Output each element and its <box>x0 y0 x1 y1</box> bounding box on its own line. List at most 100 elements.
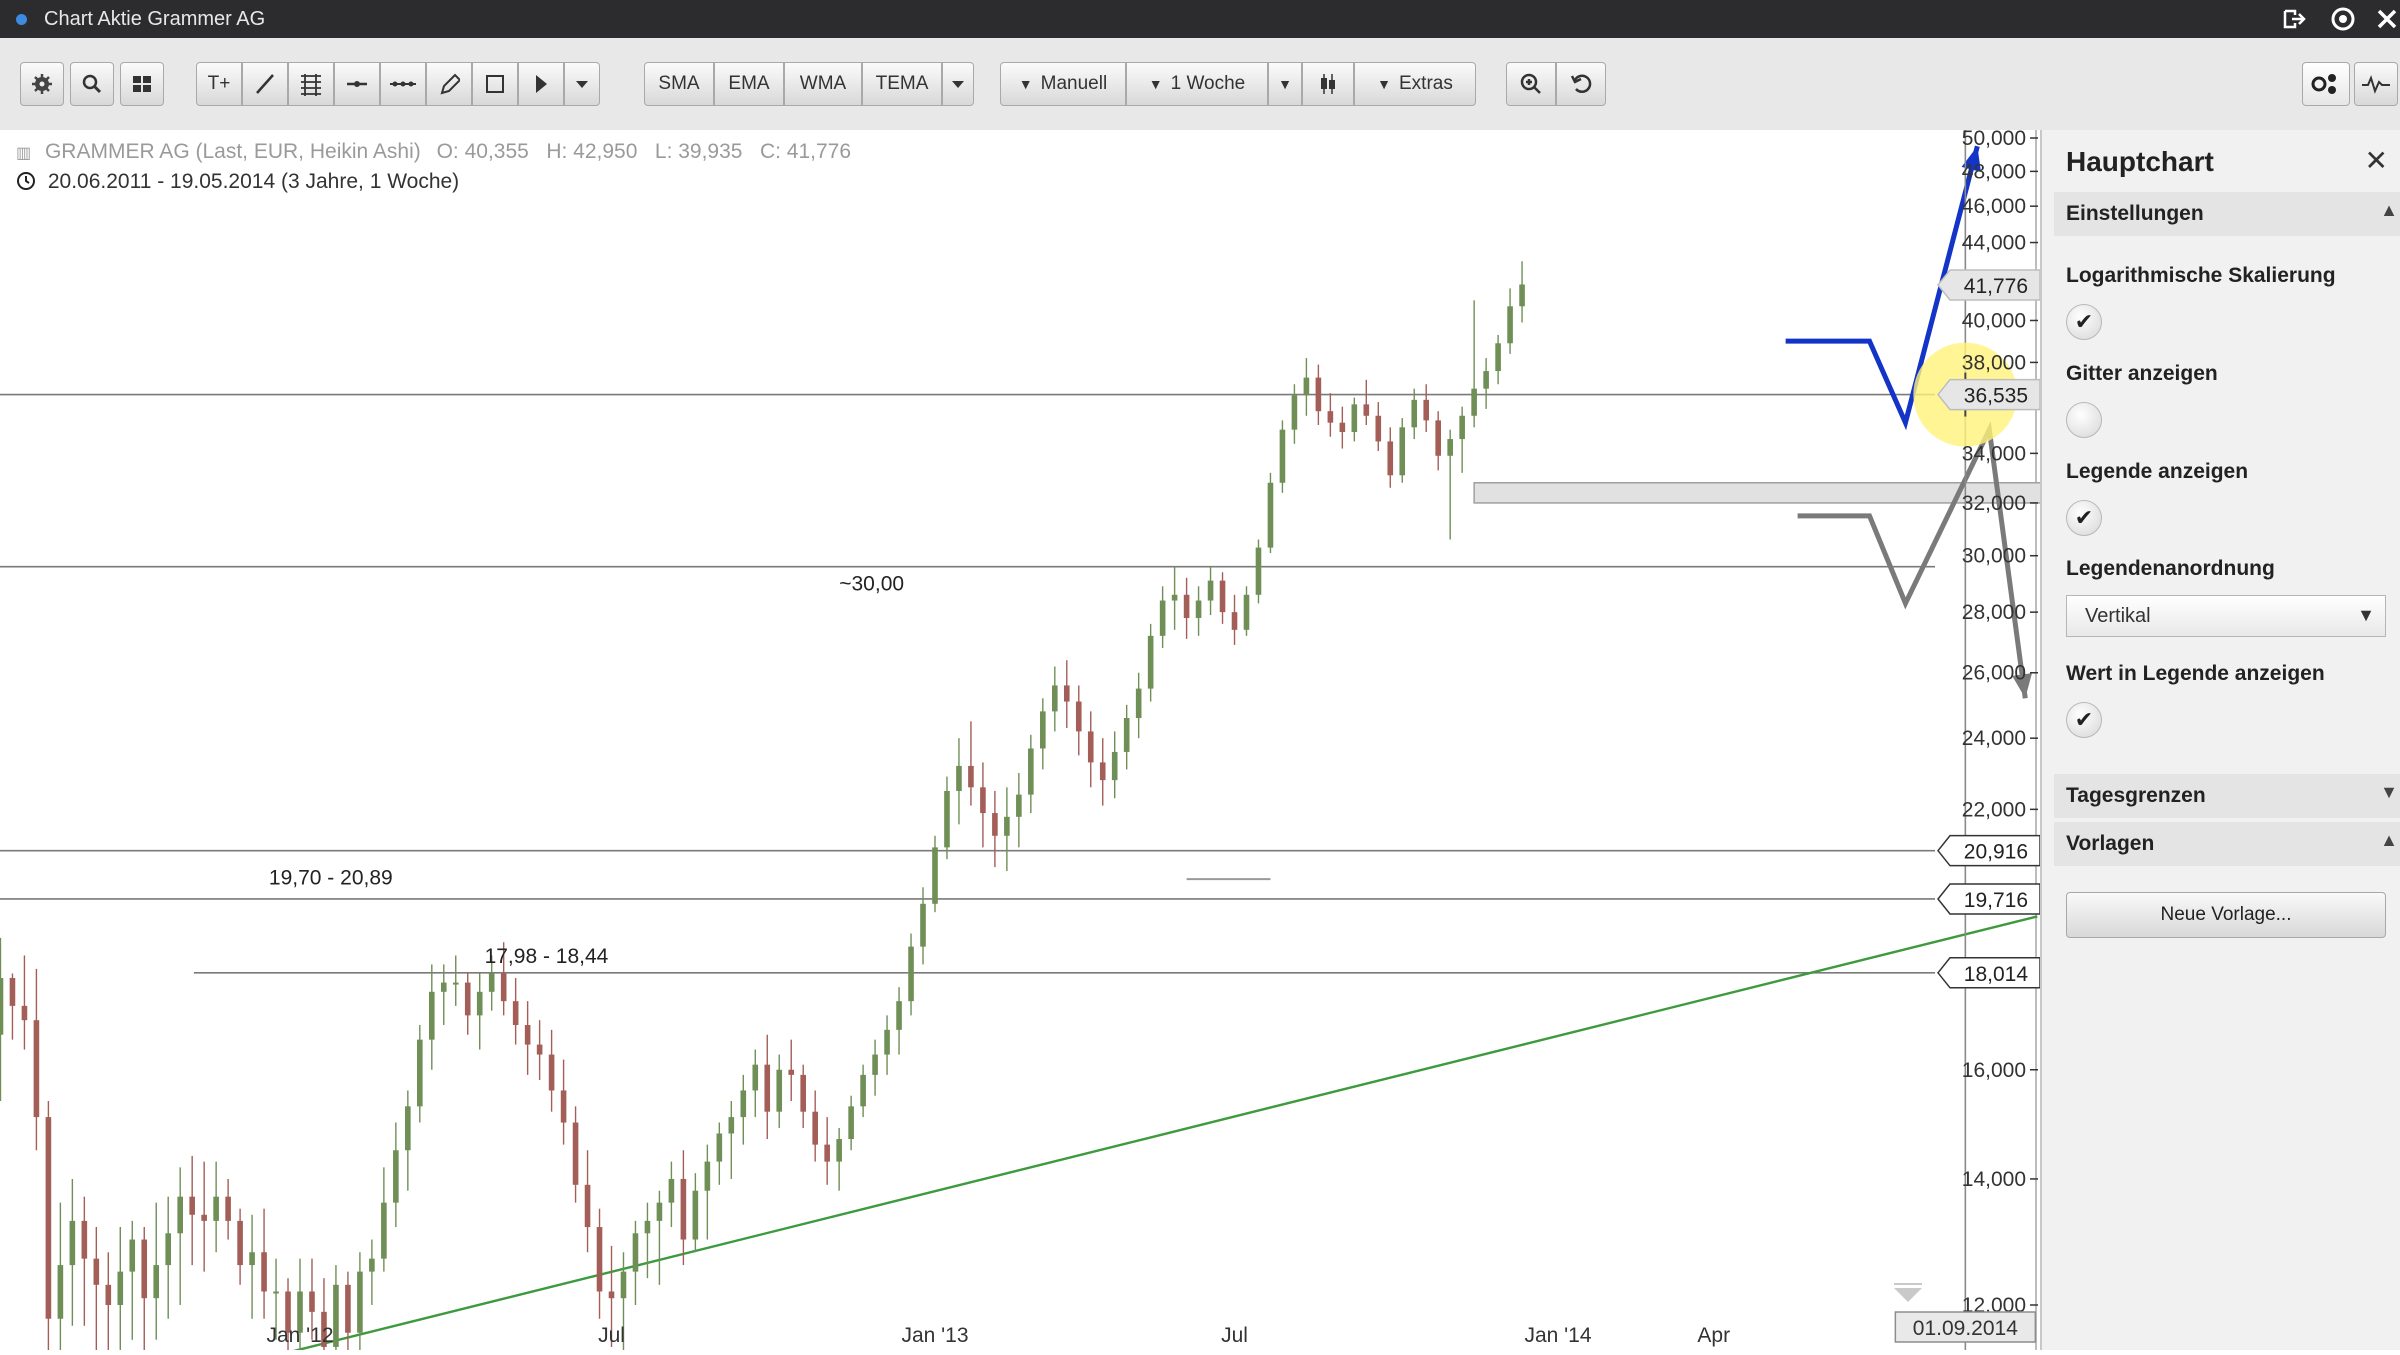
undo-icon <box>1570 74 1592 94</box>
settings-icon[interactable] <box>2330 6 2356 32</box>
candle-body <box>1075 701 1082 732</box>
price-chart[interactable]: 50,000 48,000 46,000 44,000 40,000 38,000 34,0… <box>0 127 2158 1355</box>
manual-mode-dropdown[interactable]: ▼ Manuell <box>1000 62 1126 106</box>
candle-body <box>560 1090 567 1123</box>
candle-body <box>668 1178 675 1203</box>
candle-body <box>1255 547 1262 595</box>
indicator-settings-button[interactable] <box>2302 62 2350 106</box>
candle-body <box>1135 688 1142 718</box>
candle-body <box>1351 404 1358 433</box>
tema-button[interactable]: TEMA <box>862 62 942 106</box>
candle-body <box>1375 415 1382 442</box>
grid-checkbox[interactable] <box>2066 402 2102 438</box>
candle-body <box>968 765 974 788</box>
dotted-line-button[interactable] <box>380 62 426 106</box>
wma-button[interactable]: WMA <box>784 62 862 106</box>
chevron-up-icon: ▲ <box>2380 830 2398 850</box>
candle-body <box>1507 306 1513 344</box>
period-label: 20.06.2011 - 19.05.2014 (3 Jahre, 1 Woch… <box>47 170 460 193</box>
fibonacci-icon <box>301 74 321 96</box>
candle-body <box>776 1069 783 1112</box>
x-tick-label: Jul <box>1221 1324 1248 1347</box>
candle-body <box>213 1196 219 1221</box>
text-tool-icon: T+ <box>207 73 231 94</box>
section-einstellungen[interactable]: Einstellungen ▲ <box>2054 192 2400 236</box>
candlestick-type-button[interactable] <box>1302 62 1354 106</box>
gear-icon <box>32 74 52 94</box>
candle-body <box>1279 429 1286 483</box>
indicator-wave-button[interactable] <box>2354 62 2398 106</box>
log-scale-checkbox[interactable]: ✔ <box>2066 304 2102 340</box>
candle-body <box>548 1054 555 1091</box>
section-tagesgrenzen[interactable]: Tagesgrenzen ▼ <box>2054 774 2400 818</box>
undo-button[interactable] <box>1556 62 1606 106</box>
candle-body <box>536 1044 543 1055</box>
legend-value-checkbox[interactable]: ✔ <box>2066 702 2102 738</box>
candle-body <box>908 946 914 1002</box>
text-tool-button[interactable]: T+ <box>196 62 242 106</box>
cursor-tool-button[interactable] <box>518 62 564 106</box>
candle-body <box>896 1001 902 1030</box>
candle-body <box>596 1227 603 1292</box>
new-template-button[interactable]: Neue Vorlage... <box>2066 892 2386 938</box>
y-tick-label: 34,000 <box>1962 442 2026 465</box>
candle-body <box>1495 343 1501 372</box>
fibonacci-tool-button[interactable] <box>288 62 334 106</box>
candle-body <box>273 1291 279 1294</box>
candle-body <box>189 1196 195 1215</box>
zoom-in-button[interactable] <box>1506 62 1556 106</box>
candle-body <box>764 1064 771 1112</box>
zoom-in-icon <box>1520 73 1541 94</box>
option-log-scale-label: Logarithmische Skalierung <box>2066 264 2336 287</box>
candle-body <box>476 991 483 1016</box>
horizontal-line-button[interactable] <box>334 62 380 106</box>
candle-body <box>357 1271 363 1333</box>
y-tick-label: 48,000 <box>1962 160 2026 183</box>
candle-body <box>57 1265 64 1319</box>
pencil-tool-button[interactable] <box>426 62 472 106</box>
chevron-down-icon: ▼ <box>1018 76 1033 92</box>
candle-body <box>1411 399 1418 428</box>
indicator-dropdown-button[interactable] <box>942 62 974 106</box>
grid-icon <box>133 76 151 92</box>
y-tick-label: 30,000 <box>1962 545 2026 568</box>
candle-body <box>21 1005 28 1021</box>
y-tick-label: 40,000 <box>1962 309 2026 332</box>
search-button[interactable] <box>70 62 114 106</box>
candle-body <box>1004 816 1010 836</box>
sma-button[interactable]: SMA <box>644 62 714 106</box>
close-icon[interactable]: ✕ <box>2365 144 2388 177</box>
section-vorlagen[interactable]: Vorlagen ▲ <box>2054 822 2400 866</box>
y-tick-label: 46,000 <box>1962 195 2026 218</box>
ema-button[interactable]: EMA <box>714 62 784 106</box>
exit-icon[interactable] <box>2282 6 2308 32</box>
checkmark-icon: ✔ <box>2074 309 2094 334</box>
candle-body <box>452 982 459 985</box>
settings-gear-button[interactable] <box>20 62 64 106</box>
candle-body <box>860 1074 866 1107</box>
settings-panel: Hauptchart ✕ Einstellungen ▲ Logarithmis… <box>2040 130 2400 1350</box>
rectangle-tool-button[interactable] <box>472 62 518 106</box>
chart-toolbar: T+ SMA EMA WMA TEMA ▼ Manuell ▼ 1 Woche ▼ … <box>0 38 2400 132</box>
candle-body <box>153 1265 160 1299</box>
close-icon[interactable] <box>2374 6 2400 32</box>
line-tool-button[interactable] <box>242 62 288 106</box>
tool-dropdown-button[interactable] <box>564 62 600 106</box>
manual-mode-label: Manuell <box>1040 73 1108 94</box>
chart-type-dropdown[interactable]: ▼ <box>1268 62 1302 106</box>
legend-layout-select[interactable]: Vertikal ▼ <box>2066 595 2386 637</box>
extras-label: Extras <box>1399 73 1453 94</box>
candle-body <box>9 977 16 1006</box>
candle-body <box>1195 600 1202 618</box>
layout-grid-button[interactable] <box>120 62 164 106</box>
chart-area[interactable]: 50,000 48,000 46,000 44,000 40,000 38,000 34,0… <box>0 127 2158 1355</box>
interval-dropdown[interactable]: ▼ 1 Woche <box>1126 62 1268 106</box>
candle-body <box>1519 284 1525 307</box>
zone-label: 17,98 - 18,44 <box>485 945 609 968</box>
legend-checkbox[interactable]: ✔ <box>2066 500 2102 536</box>
candle-body <box>369 1258 375 1272</box>
candle-body <box>1303 377 1310 396</box>
x-tick-label: Jan '14 <box>1524 1324 1591 1347</box>
extras-dropdown[interactable]: ▼ Extras <box>1354 62 1476 106</box>
window-titlebar: Chart Aktie Grammer AG <box>0 0 2400 38</box>
